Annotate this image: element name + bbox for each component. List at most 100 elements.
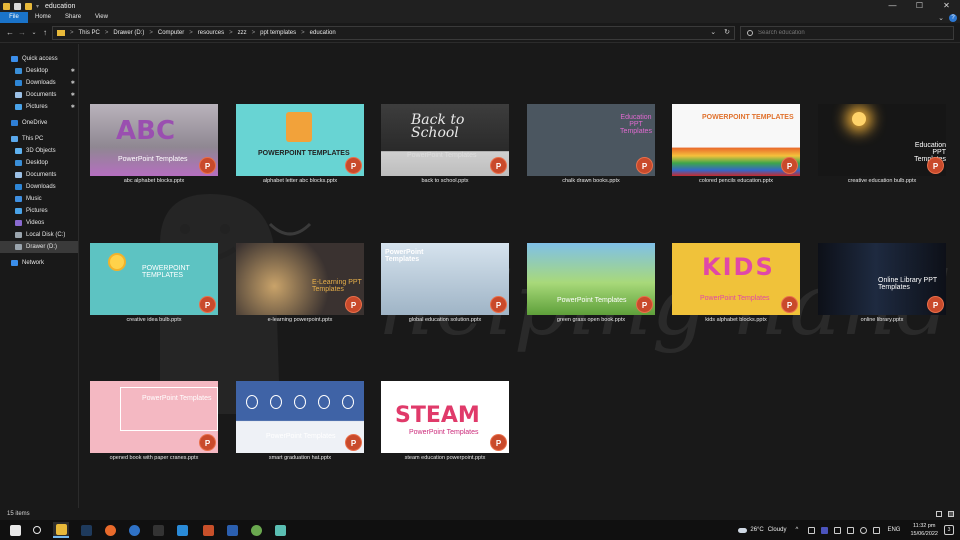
- sidebar-item-icon: [15, 244, 22, 250]
- file-item[interactable]: ABC PowerPoint Templates Pabc alphabet blo…: [90, 104, 218, 184]
- toolbar-dropdown-icon[interactable]: ▾: [36, 3, 39, 10]
- chevron-right-icon[interactable]: >: [229, 30, 233, 36]
- language-indicator[interactable]: ENG: [887, 527, 900, 533]
- firefox-taskbar-icon[interactable]: [102, 522, 118, 538]
- sidebar-item[interactable]: Network: [0, 257, 78, 269]
- file-item[interactable]: Online Library PPT Templates Ponline libr…: [818, 243, 946, 323]
- chevron-right-icon[interactable]: >: [252, 30, 256, 36]
- tab-file[interactable]: File: [0, 12, 28, 23]
- file-item[interactable]: Education PPT TemplatesP creative educati…: [818, 104, 946, 184]
- pin-icon: ✱: [70, 68, 75, 74]
- up-button[interactable]: ↑: [40, 27, 50, 39]
- minimize-button[interactable]: —: [879, 0, 906, 12]
- file-item[interactable]: POWERPOINT TEMPLATES Palphabet letter abc…: [236, 104, 364, 184]
- search-input[interactable]: [758, 30, 938, 36]
- large-icons-view-button[interactable]: [948, 511, 954, 517]
- sidebar-item[interactable]: 3D Objects: [0, 145, 78, 157]
- file-name: abc alphabet blocks.pptx: [123, 178, 185, 184]
- notification-center-icon[interactable]: 3: [944, 525, 954, 535]
- forward-button[interactable]: →: [17, 27, 27, 39]
- breadcrumb-item[interactable]: education: [310, 30, 336, 36]
- sidebar-item[interactable]: Desktop ✱: [0, 65, 78, 77]
- search-taskbar-icon[interactable]: [29, 522, 45, 538]
- file-item[interactable]: PowerPoint Templates Pgreen grass open bo…: [527, 243, 655, 323]
- sidebar-item[interactable]: Pictures ✱: [0, 101, 78, 113]
- search-box[interactable]: [740, 26, 954, 40]
- sidebar-item[interactable]: Documents ✱: [0, 89, 78, 101]
- tab-home[interactable]: Home: [28, 12, 58, 23]
- tab-share[interactable]: Share: [58, 12, 88, 23]
- help-icon[interactable]: ?: [949, 13, 957, 22]
- cloud-icon[interactable]: [834, 526, 842, 534]
- chevron-right-icon[interactable]: >: [189, 30, 193, 36]
- chevron-right-icon[interactable]: >: [149, 30, 153, 36]
- tab-view[interactable]: View: [88, 12, 115, 23]
- breadcrumb-item[interactable]: resources: [198, 30, 224, 36]
- file-item[interactable]: Back to School PowerPoint Templates Pback …: [381, 104, 509, 184]
- file-item[interactable]: POWERPOINT TEMPLATES Pcolored pencils edu…: [672, 104, 800, 184]
- terminal-taskbar-icon[interactable]: [150, 522, 166, 538]
- notes-taskbar-icon[interactable]: [272, 522, 288, 538]
- chevron-right-icon[interactable]: >: [301, 30, 305, 36]
- sidebar-item[interactable]: Downloads ✱: [0, 77, 78, 89]
- start-taskbar-icon[interactable]: [7, 522, 23, 538]
- volume-icon[interactable]: [873, 526, 881, 534]
- thunderbird-taskbar-icon[interactable]: [126, 522, 142, 538]
- close-button[interactable]: ✕: [933, 0, 960, 12]
- sidebar-item[interactable]: Pictures: [0, 205, 78, 217]
- breadcrumb-item[interactable]: ppt templates: [260, 30, 296, 36]
- address-bar[interactable]: > This PC > Drawer (D:) > Computer > resources…: [52, 26, 735, 40]
- sidebar-item[interactable]: Videos: [0, 217, 78, 229]
- weather-temp[interactable]: 26°C: [750, 527, 763, 533]
- back-button[interactable]: ←: [5, 27, 15, 39]
- filezilla-taskbar-icon[interactable]: [200, 522, 216, 538]
- chrome-app-taskbar-icon[interactable]: [248, 522, 264, 538]
- file-item[interactable]: Education PPT Templates Pchalk drawn book…: [527, 104, 655, 184]
- battery-icon[interactable]: [847, 526, 855, 534]
- show-hidden-icons-icon[interactable]: ^: [795, 527, 802, 534]
- file-item[interactable]: KIDS PowerPoint Templates Pkids alphabet b…: [672, 243, 800, 323]
- sidebar-item[interactable]: Downloads: [0, 181, 78, 193]
- clock[interactable]: 11:32 pm 15/06/2022: [910, 522, 938, 538]
- sidebar-item[interactable]: Music: [0, 193, 78, 205]
- breadcrumb-item[interactable]: This PC: [79, 30, 100, 36]
- wifi-icon[interactable]: [860, 526, 868, 534]
- pin-icon: ✱: [70, 92, 75, 98]
- chevron-right-icon[interactable]: >: [105, 30, 109, 36]
- properties-icon[interactable]: [14, 2, 21, 10]
- weather-icon[interactable]: [738, 527, 748, 533]
- file-item[interactable]: PowerPoint Templates Psmart graduation ha…: [236, 381, 364, 461]
- sidebar-item[interactable]: Quick access: [0, 53, 78, 65]
- powerpoint-icon: P: [490, 434, 507, 451]
- new-folder-icon[interactable]: [25, 2, 32, 10]
- sidebar-item[interactable]: Documents: [0, 169, 78, 181]
- breadcrumb-item[interactable]: zzz: [238, 30, 247, 36]
- breadcrumb-item[interactable]: Drawer (D:): [113, 30, 144, 36]
- clock-time: 11:32 pm: [912, 523, 936, 529]
- network-icon[interactable]: [808, 526, 816, 534]
- sidebar-item[interactable]: Desktop: [0, 157, 78, 169]
- file-item[interactable]: PowerPoint Templates Pglobal education so…: [381, 243, 509, 323]
- recent-locations-button[interactable]: ⌄: [29, 27, 39, 39]
- sidebar-item[interactable]: Drawer (D:): [0, 241, 78, 253]
- refresh-icon[interactable]: ↻: [724, 28, 730, 36]
- photoshop-taskbar-icon[interactable]: [78, 522, 94, 538]
- maximize-button[interactable]: ☐: [906, 0, 933, 12]
- file-item[interactable]: E-Learning PPT Templates Pe-learning powe…: [236, 243, 364, 323]
- file-item[interactable]: STEAM PowerPoint Templates Psteam educatio…: [381, 381, 509, 461]
- sidebar-item[interactable]: This PC: [0, 133, 78, 145]
- vscode-taskbar-icon[interactable]: [174, 522, 190, 538]
- word-taskbar-icon[interactable]: [224, 522, 240, 538]
- breadcrumb-item[interactable]: Computer: [158, 30, 184, 36]
- file-name: e-learning powerpoint.pptx: [267, 317, 333, 323]
- teams-icon[interactable]: [821, 526, 829, 534]
- weather-condition[interactable]: Cloudy: [768, 527, 787, 533]
- file-explorer-taskbar-icon[interactable]: [53, 522, 69, 538]
- sidebar-item[interactable]: Local Disk (C:): [0, 229, 78, 241]
- sidebar-item[interactable]: OneDrive: [0, 117, 78, 129]
- address-dropdown-icon[interactable]: ⌄: [710, 28, 716, 36]
- file-item[interactable]: PowerPoint Templates Popened book with pa…: [90, 381, 218, 461]
- details-view-button[interactable]: [936, 511, 942, 517]
- file-item[interactable]: POWERPOINT TEMPLATES Pcreative idea bulb.…: [90, 243, 218, 323]
- expand-ribbon-icon[interactable]: ⌄: [938, 14, 944, 22]
